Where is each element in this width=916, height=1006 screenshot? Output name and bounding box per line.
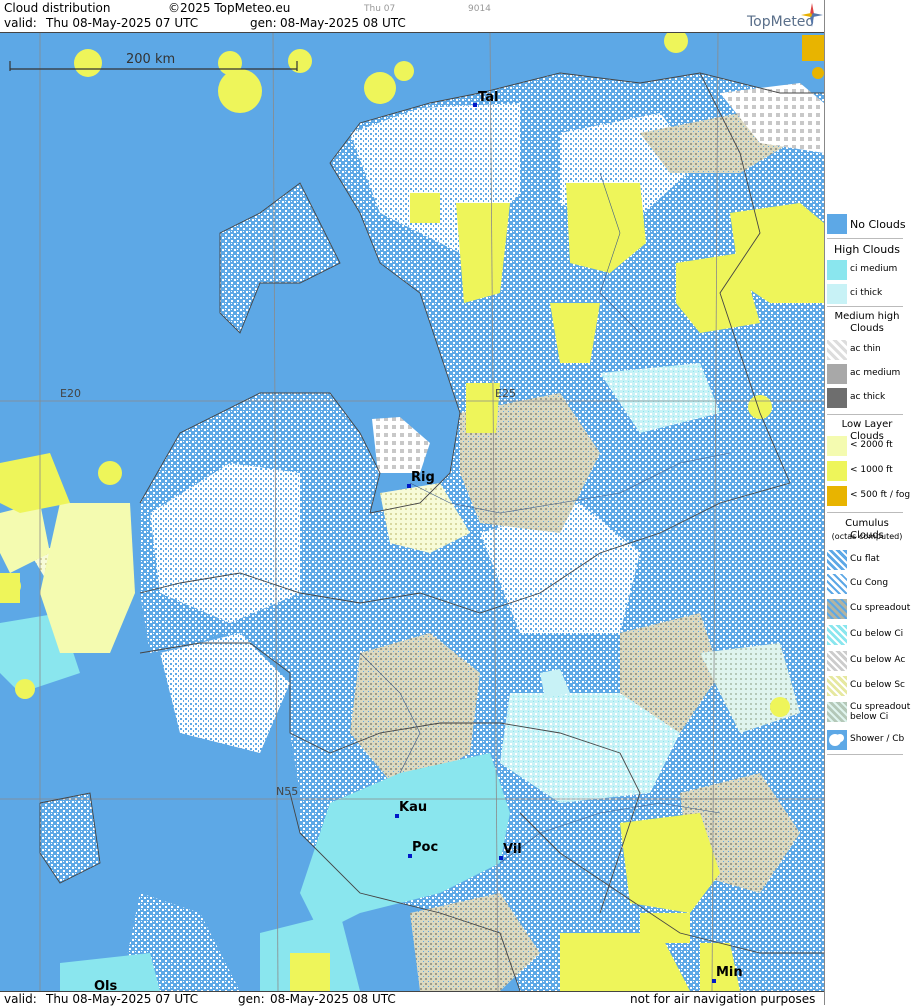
legend-swatch-ci-medium	[827, 260, 847, 280]
legend-divider	[827, 754, 903, 755]
footer-gen-label: gen:	[238, 992, 265, 1006]
legend-label-cu-spread: Cu spreadout	[850, 603, 911, 613]
legend-cu-below-sc: Cu below Sc	[827, 676, 915, 696]
legend-swatch-low-500	[827, 486, 847, 506]
grid-label-e20: E20	[60, 387, 81, 400]
scale-bar-label: 200 km	[126, 52, 176, 67]
legend-ac-thin: ac thin	[827, 340, 915, 360]
city-label-poc: Poc	[412, 840, 439, 855]
legend-divider	[827, 414, 903, 415]
legend-swatch-no-clouds	[827, 214, 847, 234]
legend-swatch-cu-below-ci	[827, 625, 847, 645]
legend-cu-below-ac: Cu below Ac	[827, 651, 915, 671]
shower-icon	[829, 734, 844, 746]
city-label-ols: Ols	[94, 979, 118, 991]
legend-cu-cong: Cu Cong	[827, 574, 915, 594]
legend-label-cu-below-ci: Cu below Ci	[850, 629, 904, 639]
city-label-min: Min	[716, 965, 743, 980]
legend-shower: Shower / Cb	[827, 730, 915, 750]
map-title: Cloud distribution	[4, 1, 111, 15]
valid-value: Thu 08-May-2025 07 UTC	[46, 16, 199, 30]
legend-title-medium: Medium high Clouds	[834, 311, 900, 334]
legend-cu-below-ci: Cu below Ci	[827, 625, 915, 645]
legend-swatch-low-2000	[827, 436, 847, 456]
footer-valid-value: Thu 08-May-2025 07 UTC	[46, 992, 199, 1006]
legend-swatch-cu-flat	[827, 550, 847, 570]
legend-swatch-cu-spread-below-ci	[827, 702, 847, 722]
legend-swatch-ac-medium	[827, 364, 847, 384]
legend-label-no-clouds: No Clouds	[850, 218, 906, 231]
legend-swatch-ac-thin	[827, 340, 847, 360]
legend-title-high: High Clouds	[834, 243, 900, 256]
legend-cu-spread-below-ci: Cu spreadout below Ci	[827, 702, 915, 728]
legend-label-cu-below-sc: Cu below Sc	[850, 680, 905, 690]
legend-label-low-1000: < 1000 ft	[850, 465, 893, 475]
footer-gen-value: 08-May-2025 08 UTC	[270, 992, 396, 1006]
legend-swatch-cu-cong	[827, 574, 847, 594]
legend-divider	[827, 512, 903, 513]
copyright: ©2025 TopMeteo.eu	[168, 1, 291, 15]
legend-swatch-shower	[827, 730, 847, 750]
gen-value: 08-May-2025 08 UTC	[280, 16, 406, 30]
legend-low-1000: < 1000 ft	[827, 461, 915, 481]
legend-cu-flat: Cu flat	[827, 550, 915, 570]
legend-swatch-cu-below-sc	[827, 676, 847, 696]
city-label-kau: Kau	[399, 800, 428, 815]
legend-ci-medium: ci medium	[827, 260, 915, 280]
legend-label-shower: Shower / Cb	[850, 734, 905, 744]
legend-ci-thick: ci thick	[827, 284, 915, 304]
legend-swatch-ci-thick	[827, 284, 847, 304]
legend-panel: No Clouds High Clouds ci medium ci thick…	[824, 0, 916, 1005]
legend-swatch-cu-below-ac	[827, 651, 847, 671]
city-label-rig: Rig	[411, 470, 435, 485]
faint-code: 9014	[468, 4, 491, 14]
legend-cu-spread: Cu spreadout	[827, 599, 915, 619]
legend-swatch-low-1000	[827, 461, 847, 481]
faint-day: Thu 07	[364, 4, 396, 14]
legend-label-ci-thick: ci thick	[850, 288, 883, 298]
legend-label-ac-medium: ac medium	[850, 368, 901, 378]
legend-divider	[827, 238, 903, 239]
grid-label-e25: E25	[495, 387, 516, 400]
legend-label-cu-flat: Cu flat	[850, 554, 880, 564]
city-label-vil: Vil	[503, 842, 522, 857]
legend-swatch-ac-thick	[827, 388, 847, 408]
footer-disclaimer: not for air navigation purposes	[630, 992, 816, 1006]
cloud-map[interactable]: 200 km E20 E25 N55 Tal Rig Kau Poc Vil O…	[0, 33, 824, 991]
compass-logo-icon	[801, 3, 823, 27]
legend-label-cu-spread-below-ci: Cu spreadout below Ci	[850, 702, 911, 722]
legend-label-ac-thick: ac thick	[850, 392, 886, 402]
gen-label: gen:	[250, 16, 277, 30]
legend-ac-thick: ac thick	[827, 388, 915, 408]
grid-label-n55: N55	[276, 785, 299, 798]
legend-no-clouds: No Clouds	[827, 214, 915, 234]
legend-label-cu-below-ac: Cu below Ac	[850, 655, 906, 665]
city-label-tal: Tal	[478, 90, 499, 105]
legend-label-cu-cong: Cu Cong	[850, 578, 889, 588]
legend-low-500: < 500 ft / fog	[827, 486, 915, 506]
fog-areas	[802, 35, 824, 79]
valid-label: valid:	[4, 16, 37, 30]
header-bar: Cloud distribution ©2025 TopMeteo.eu Thu…	[0, 0, 824, 33]
legend-label-low-500: < 500 ft / fog	[850, 490, 911, 500]
footer-valid-label: valid:	[4, 992, 37, 1006]
legend-low-2000: < 2000 ft	[827, 436, 915, 456]
legend-label-low-2000: < 2000 ft	[850, 440, 893, 450]
legend-divider	[827, 306, 903, 307]
footer-bar: valid: Thu 08-May-2025 07 UTC gen: 08-Ma…	[0, 991, 824, 1006]
legend-label-ac-thin: ac thin	[850, 344, 881, 354]
city-marker-tal	[473, 103, 477, 107]
legend-label-ci-medium: ci medium	[850, 264, 898, 274]
legend-subtitle-cumulus: (octas computed)	[831, 532, 903, 541]
legend-ac-medium: ac medium	[827, 364, 915, 384]
legend-swatch-cu-spread	[827, 599, 847, 619]
